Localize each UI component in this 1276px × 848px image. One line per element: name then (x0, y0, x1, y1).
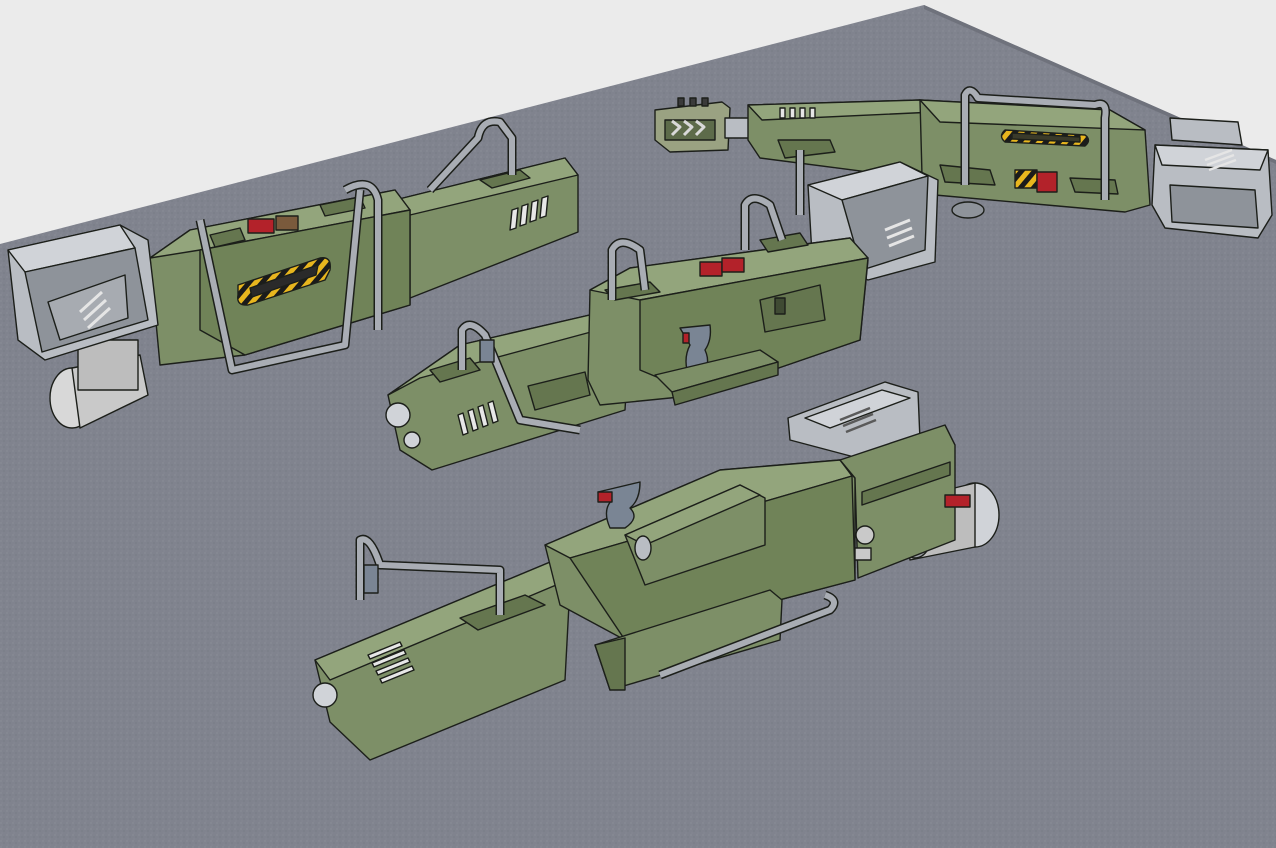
scene-canvas (0, 5, 1276, 848)
